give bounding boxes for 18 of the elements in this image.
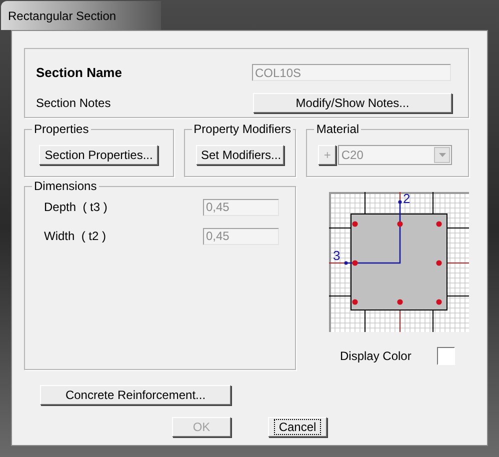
section-name-label: Section Name	[36, 64, 122, 82]
section-notes-label: Section Notes	[36, 94, 111, 112]
modify-notes-button[interactable]: Modify/Show Notes...	[253, 92, 452, 112]
color-swatch[interactable]	[437, 347, 455, 365]
axis-label: 3	[333, 248, 340, 263]
group-title: Material	[314, 122, 362, 136]
set-modifiers-button[interactable]: Set Modifiers...	[196, 145, 284, 165]
display-color-label: Display Color	[340, 348, 412, 365]
concrete-reinforcement-button[interactable]: Concrete Reinforcement...	[40, 385, 231, 405]
section-properties-button[interactable]: Section Properties...	[39, 145, 158, 165]
dimension-label: Depth ( t3 )	[44, 199, 108, 216]
dimension-label: Width ( t2 )	[44, 228, 106, 245]
window-title: Rectangular Section	[1, 1, 161, 30]
group-title: Properties	[32, 122, 91, 136]
group-title: Dimensions	[32, 179, 99, 193]
cancel-button[interactable]: Cancel	[268, 417, 327, 437]
axis-label: 2	[403, 192, 410, 206]
group-title: Property Modifiers	[192, 122, 294, 136]
